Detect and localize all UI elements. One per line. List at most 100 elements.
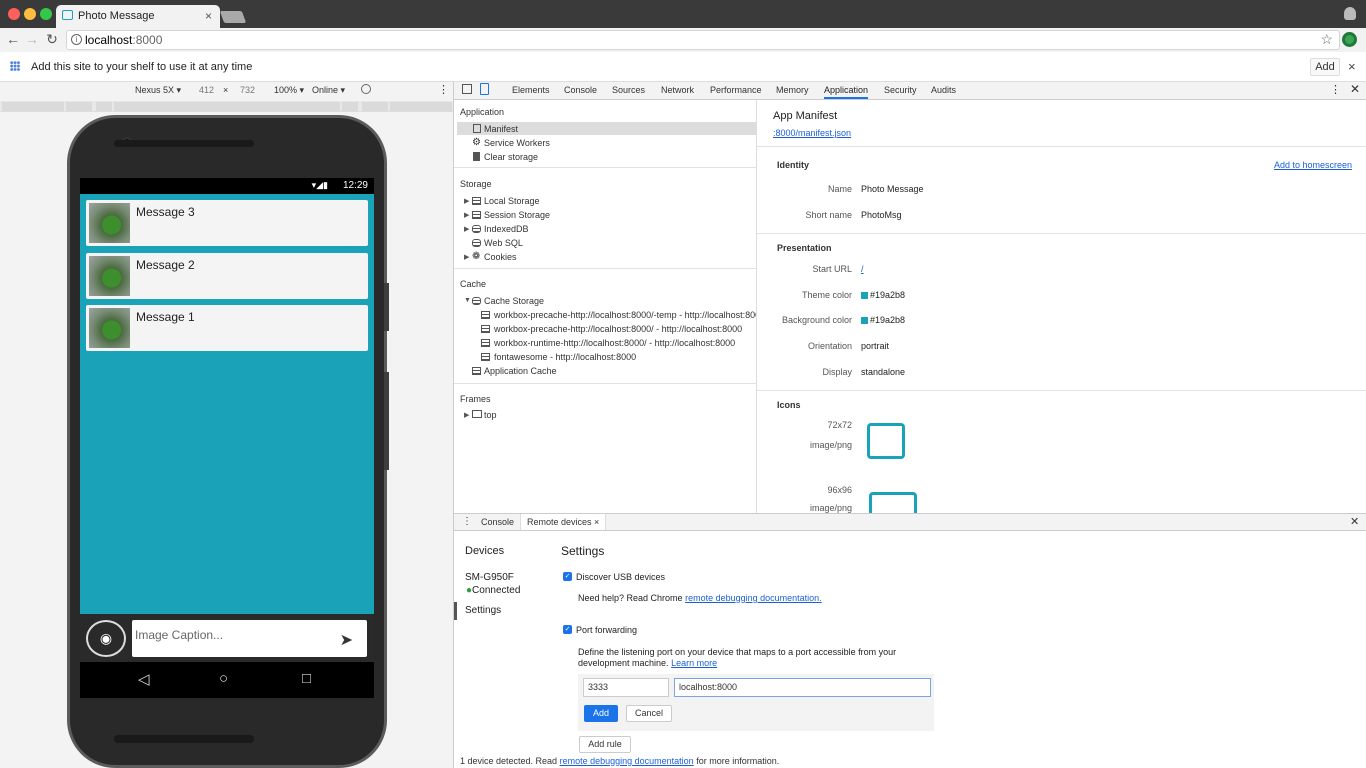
sidebar-item-indexeddb[interactable]: IndexedDB [484,224,529,234]
device-port-input[interactable]: 3333 [583,678,669,697]
sidebar-item-service-workers[interactable]: Service Workers [484,138,550,148]
devtools-close-icon[interactable]: ✕ [1350,82,1360,96]
cache-entry[interactable]: workbox-precache-http://localhost:8000/ … [494,324,742,334]
collapse-arrow-icon[interactable]: ▼ [464,297,471,304]
expand-arrow-icon[interactable]: ▶ [464,197,469,205]
new-tab-button[interactable] [219,11,247,23]
tab-close-icon[interactable]: × [205,9,212,23]
home-circle-icon[interactable]: ○ [219,670,228,687]
zoom-select[interactable]: 100% ▾ [274,85,304,96]
local-address-input[interactable]: localhost:8000 [674,678,931,697]
image-caption-input[interactable]: Image Caption... ➤ [132,620,367,657]
message-card[interactable]: Message 2 [86,253,368,299]
back-triangle-icon[interactable]: ◁ [138,670,150,688]
remote-devices-close-icon[interactable]: × [594,517,599,527]
orientation-label: Orientation [807,341,852,351]
sidebar-item-cookies[interactable]: Cookies [484,252,517,262]
device-toggle-icon[interactable] [480,83,489,95]
discover-usb-checkbox[interactable]: ✓ [563,572,572,581]
device-width-input[interactable]: 412 [199,85,214,95]
add-rule-button[interactable]: Add rule [579,736,631,753]
sidebar-item-manifest[interactable]: Manifest [484,124,518,134]
expand-arrow-icon[interactable]: ▶ [464,225,469,233]
sidebar-item-top-frame[interactable]: top [484,410,497,420]
apps-grid-icon[interactable] [10,61,20,71]
camera-icon[interactable]: ◉ [86,620,126,657]
network-throttle-select[interactable]: Online ▾ [312,85,345,96]
tab-network[interactable]: Network [661,85,694,95]
message-title: Message 2 [136,258,195,272]
sidebar-item-local-storage[interactable]: Local Storage [484,196,540,206]
sidebar-item-cache-storage[interactable]: Cache Storage [484,296,544,306]
drawer-tab-remote-devices[interactable]: Remote devices × [520,514,607,530]
drawer-tab-console[interactable]: Console [481,517,514,527]
sidebar-item-web-sql[interactable]: Web SQL [484,238,523,248]
cache-entry[interactable]: workbox-runtime-http://localhost:8000/ -… [494,338,735,348]
manifest-url-link[interactable]: :8000/manifest.json [773,128,851,138]
url-input[interactable]: i localhost:8000 ☆ [66,30,1340,50]
expand-arrow-icon[interactable]: ▶ [464,211,469,219]
tab-console[interactable]: Console [564,85,597,95]
cache-entry[interactable]: workbox-precache-http://localhost:8000/-… [494,310,756,320]
cache-entry[interactable]: fontawesome - http://localhost:8000 [494,352,636,362]
reload-icon[interactable]: ↻ [43,31,61,48]
tab-application[interactable]: Application [824,85,869,99]
recents-square-icon[interactable]: □ [302,670,311,687]
tab-memory[interactable]: Memory [776,85,809,95]
sidebar-item-session-storage[interactable]: Session Storage [484,210,550,220]
footer-debugging-link[interactable]: remote debugging documentation [560,756,694,766]
expand-arrow-icon[interactable]: ▶ [464,253,469,261]
message-title: Message 1 [136,310,195,324]
sidebar-item-clear-storage[interactable]: Clear storage [484,152,538,162]
grid-icon [481,325,490,333]
url-host: localhost [85,33,133,47]
shelf-close-icon[interactable]: × [1348,59,1356,74]
user-profile-icon[interactable] [1344,7,1356,20]
discover-usb-label: Discover USB devices [576,572,666,582]
bookmark-star-icon[interactable]: ☆ [1320,31,1333,48]
message-card[interactable]: Message 3 [86,200,368,246]
drawer-menu-icon[interactable]: ⋮ [462,516,472,527]
close-window-button[interactable] [8,8,20,20]
background-color-label: Background color [781,315,852,325]
maximize-window-button[interactable] [40,8,52,20]
tab-security[interactable]: Security [884,85,917,95]
add-button[interactable]: Add [584,705,618,722]
extension-icon[interactable] [1342,32,1357,47]
info-icon[interactable]: i [71,34,82,45]
tab-audits[interactable]: Audits [931,85,956,95]
start-url-label: Start URL [812,264,852,274]
devtools-menu-icon[interactable]: ⋮ [1330,83,1341,96]
inspect-element-icon[interactable] [462,84,472,94]
browser-tab[interactable]: Photo Message × [56,5,220,28]
remote-debugging-link[interactable]: remote debugging documentation. [685,593,822,603]
display-value: standalone [861,367,906,377]
device-status: ●Connected [466,585,520,596]
device-name[interactable]: SM-G950F [465,572,514,583]
grid-icon [481,353,490,361]
tab-performance[interactable]: Performance [710,85,762,95]
send-icon[interactable]: ➤ [340,630,353,650]
cancel-button[interactable]: Cancel [626,705,672,722]
shelf-add-button[interactable]: Add [1310,58,1340,76]
expand-arrow-icon[interactable]: ▶ [464,411,469,419]
sidebar-item-application-cache[interactable]: Application Cache [484,366,557,376]
forward-arrow-icon[interactable]: → [23,31,41,47]
tab-elements[interactable]: Elements [512,85,550,95]
rotate-icon[interactable] [361,84,371,94]
learn-more-link[interactable]: Learn more [671,658,717,668]
device-height-input[interactable]: 732 [240,85,255,95]
more-options-icon[interactable]: ⋮ [438,83,449,96]
settings-nav-item[interactable]: Settings [465,605,501,616]
device-select[interactable]: Nexus 5X ▾ [135,85,181,96]
start-url-value[interactable]: / [861,264,864,274]
message-card[interactable]: Message 1 [86,305,368,351]
back-arrow-icon[interactable]: ← [4,31,22,47]
add-to-homescreen-link[interactable]: Add to homescreen [1274,160,1352,170]
media-query-ruler [0,101,453,112]
tab-sources[interactable]: Sources [612,85,645,95]
cookie-icon: ❁ [472,251,481,262]
drawer-close-icon[interactable]: ✕ [1350,515,1359,528]
minimize-window-button[interactable] [24,8,36,20]
port-forwarding-checkbox[interactable]: ✓ [563,625,572,634]
